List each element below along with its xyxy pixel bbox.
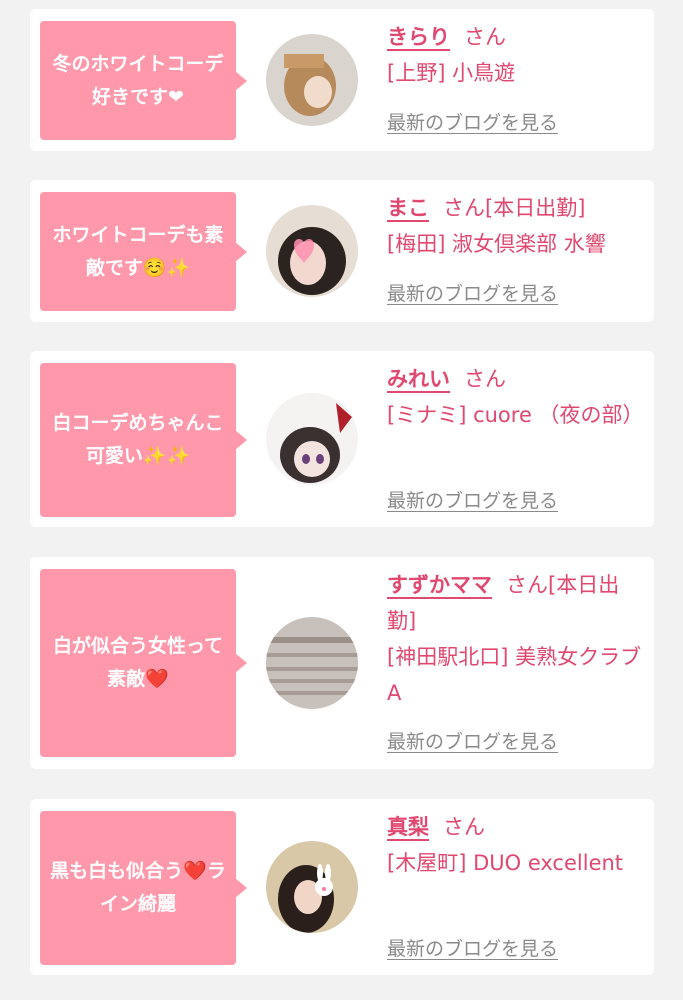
avatar-photo: [266, 841, 358, 933]
shop-name: cuore （夜の部）: [473, 403, 644, 427]
avatar-photo: [266, 205, 358, 297]
message-bubble: ホワイトコーデも素敵です☺️✨: [40, 192, 247, 311]
message-text: 黒も白も似合う❤️ライン綺麗: [50, 860, 226, 915]
message-bubble: 黒も白も似合う❤️ライン綺麗: [40, 811, 247, 965]
shop-name: DUO excellent: [473, 851, 624, 875]
honorific: さん: [464, 25, 506, 49]
area: [梅田]: [387, 232, 446, 256]
honorific: さん: [443, 815, 485, 839]
blog-link[interactable]: 最新のブログを見る: [387, 934, 558, 961]
shop-name: 淑女倶楽部 水響: [452, 232, 606, 256]
cast-info: すずかママ さん[本日出勤] [神田駅北口] 美熟女クラブA: [387, 567, 645, 711]
cast-info: きらり さん [上野] 小鳥遊: [387, 19, 645, 91]
honorific: さん: [464, 367, 506, 391]
cast-name-link[interactable]: きらり: [387, 25, 450, 49]
honorific: さん: [506, 573, 548, 597]
shop-name: 小鳥遊: [452, 61, 516, 85]
blog-link[interactable]: 最新のブログを見る: [387, 727, 558, 754]
message-text: 白コーデめちゃんこ可愛い✨✨: [52, 412, 224, 467]
cast-card[interactable]: ホワイトコーデも素敵です☺️✨ まこ さん[本日出勤] [梅田] 淑女倶楽部 水響…: [30, 180, 654, 322]
area: [神田駅北口]: [387, 645, 509, 669]
avatar[interactable]: [266, 617, 358, 709]
area: [上野]: [387, 61, 446, 85]
cast-info: みれい さん [ミナミ] cuore （夜の部）: [387, 361, 645, 433]
cast-card[interactable]: 白が似合う女性って素敵❤️ すずかママ さん[本日出勤] [神田駅北口] 美熟女ク…: [30, 557, 654, 769]
avatar[interactable]: [266, 841, 358, 933]
cast-card[interactable]: 白コーデめちゃんこ可愛い✨✨ みれい さん [ミナミ] cuore （夜の部） 最…: [30, 351, 654, 527]
cast-card[interactable]: 黒も白も似合う❤️ライン綺麗 真梨 さん [木屋町] DUO excellent …: [30, 799, 654, 975]
message-bubble: 冬のホワイトコーデ好きです❤: [40, 21, 247, 140]
cast-card[interactable]: 冬のホワイトコーデ好きです❤ きらり さん [上野] 小鳥遊 最新のブログを見る: [30, 9, 654, 151]
avatar-photo: [266, 34, 358, 126]
cast-name-link[interactable]: まこ: [387, 196, 429, 220]
cast-info: 真梨 さん [木屋町] DUO excellent: [387, 809, 645, 881]
avatar-photo: [266, 393, 358, 485]
avatar[interactable]: [266, 34, 358, 126]
status-badge: [本日出勤]: [485, 196, 586, 220]
message-text: 冬のホワイトコーデ好きです❤: [52, 52, 224, 108]
honorific: さん: [443, 196, 485, 220]
message-bubble: 白コーデめちゃんこ可愛い✨✨: [40, 363, 247, 517]
cast-name-link[interactable]: すずかママ: [387, 573, 492, 597]
avatar-photo: [266, 617, 358, 709]
cast-name-link[interactable]: みれい: [387, 367, 450, 391]
avatar[interactable]: [266, 393, 358, 485]
blog-link[interactable]: 最新のブログを見る: [387, 279, 558, 306]
area: [ミナミ]: [387, 403, 467, 427]
cast-info: まこ さん[本日出勤] [梅田] 淑女倶楽部 水響: [387, 190, 645, 262]
message-text: 白が似合う女性って素敵❤️: [52, 635, 224, 690]
area: [木屋町]: [387, 851, 467, 875]
blog-link[interactable]: 最新のブログを見る: [387, 486, 558, 513]
message-text: ホワイトコーデも素敵です☺️✨: [52, 223, 224, 279]
message-bubble: 白が似合う女性って素敵❤️: [40, 569, 247, 757]
avatar[interactable]: [266, 205, 358, 297]
cast-name-link[interactable]: 真梨: [387, 815, 429, 839]
blog-link[interactable]: 最新のブログを見る: [387, 108, 558, 135]
